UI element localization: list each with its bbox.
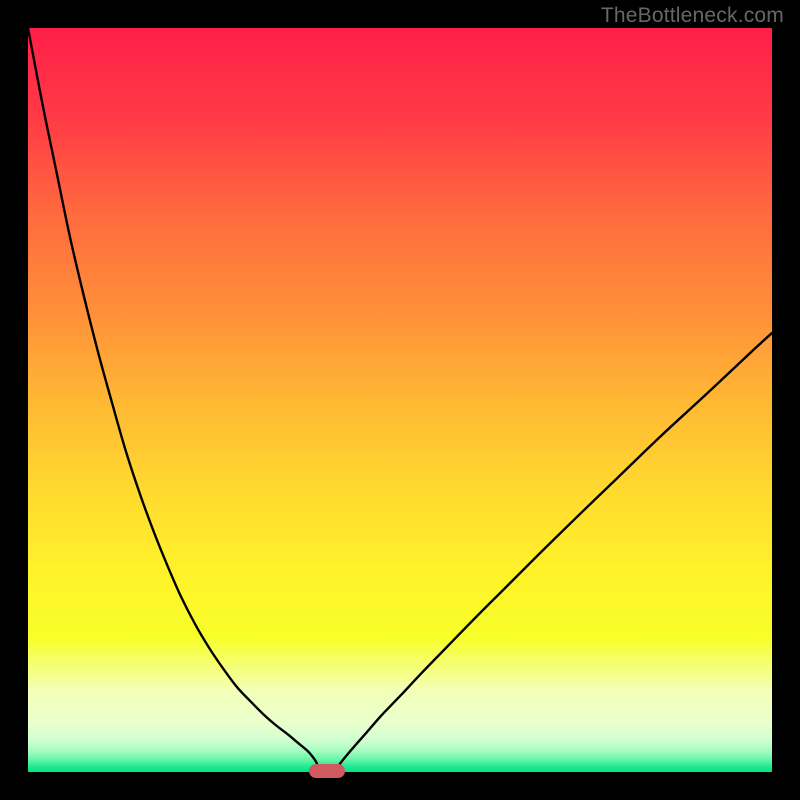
chart-frame: TheBottleneck.com <box>0 0 800 800</box>
curve-right-branch <box>337 333 772 769</box>
chart-curves <box>28 28 772 772</box>
curve-left-branch <box>28 28 318 769</box>
watermark-text: TheBottleneck.com <box>601 4 784 28</box>
plot-area <box>28 28 772 772</box>
bottleneck-marker <box>309 764 345 778</box>
